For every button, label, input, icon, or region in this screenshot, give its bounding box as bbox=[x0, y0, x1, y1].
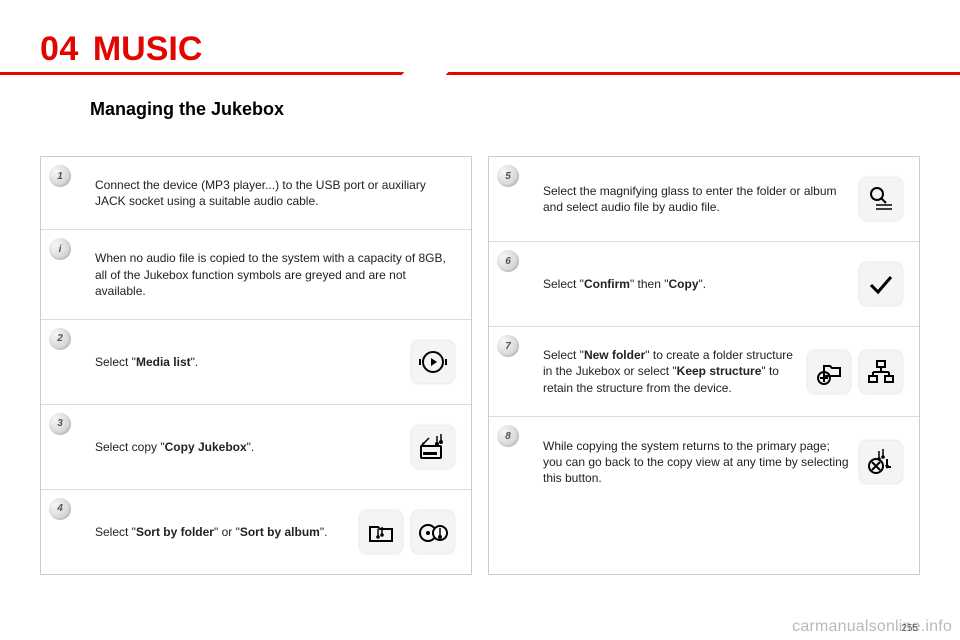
chapter-number: 04 bbox=[40, 30, 79, 69]
sort-folder-icon bbox=[359, 510, 403, 554]
magnify-list-icon bbox=[859, 177, 903, 221]
step-5: 5 Select the magnifying glass to enter t… bbox=[489, 157, 919, 242]
icon-group bbox=[807, 350, 903, 394]
step-3: 3 Select copy "Copy Jukebox". bbox=[41, 405, 471, 490]
content-columns: 1 Connect the device (MP3 player...) to … bbox=[40, 156, 920, 575]
right-column: 5 Select the magnifying glass to enter t… bbox=[488, 156, 920, 575]
step-1: 1 Connect the device (MP3 player...) to … bbox=[41, 157, 471, 230]
section-title: Managing the Jukebox bbox=[90, 99, 284, 119]
step-text: Select "Media list". bbox=[95, 354, 401, 370]
info-badge: i bbox=[49, 238, 71, 260]
step-badge: 1 bbox=[49, 165, 71, 187]
step-text: Select "Sort by folder" or "Sort by albu… bbox=[95, 524, 349, 540]
step-text: Select "New folder" to create a folder s… bbox=[543, 347, 797, 396]
icon-group bbox=[359, 510, 455, 554]
step-text: While copying the system returns to the … bbox=[543, 438, 849, 487]
step-6: 6 Select "Confirm" then "Copy". bbox=[489, 242, 919, 327]
step-badge: 6 bbox=[497, 250, 519, 272]
header-divider bbox=[0, 72, 960, 75]
check-icon bbox=[859, 262, 903, 306]
chapter-title: MUSIC bbox=[93, 30, 203, 69]
step-7: 7 Select "New folder" to create a folder… bbox=[489, 327, 919, 417]
left-column: 1 Connect the device (MP3 player...) to … bbox=[40, 156, 472, 575]
step-text: Select copy "Copy Jukebox". bbox=[95, 439, 401, 455]
step-2: 2 Select "Media list". bbox=[41, 320, 471, 405]
step-4: 4 Select "Sort by folder" or "Sort by al… bbox=[41, 490, 471, 574]
keep-structure-icon bbox=[859, 350, 903, 394]
step-badge: 3 bbox=[49, 413, 71, 435]
media-list-icon bbox=[411, 340, 455, 384]
step-badge: 7 bbox=[497, 335, 519, 357]
header-notch bbox=[399, 72, 452, 75]
step-badge: 8 bbox=[497, 425, 519, 447]
section-header-row: Managing the Jukebox bbox=[40, 99, 920, 120]
chapter-header: 04 MUSIC Managing the Jukebox bbox=[40, 30, 920, 120]
step-badge: 5 bbox=[497, 165, 519, 187]
step-text: When no audio file is copied to the syst… bbox=[95, 250, 455, 299]
step-text: Connect the device (MP3 player...) to th… bbox=[95, 177, 455, 209]
step-text: Select "Confirm" then "Copy". bbox=[543, 276, 849, 292]
manual-page: 04 MUSIC Managing the Jukebox 1 Connect … bbox=[0, 0, 960, 595]
step-badge: 4 bbox=[49, 498, 71, 520]
watermark: carmanualsonline.info bbox=[792, 618, 952, 636]
step-8: 8 While copying the system returns to th… bbox=[489, 417, 919, 507]
new-folder-icon bbox=[807, 350, 851, 394]
chapter-row: 04 MUSIC bbox=[40, 30, 920, 75]
step-badge: 2 bbox=[49, 328, 71, 350]
copy-progress-icon bbox=[859, 440, 903, 484]
copy-jukebox-icon bbox=[411, 425, 455, 469]
step-text: Select the magnifying glass to enter the… bbox=[543, 183, 849, 215]
sort-album-icon bbox=[411, 510, 455, 554]
step-info: i When no audio file is copied to the sy… bbox=[41, 230, 471, 320]
